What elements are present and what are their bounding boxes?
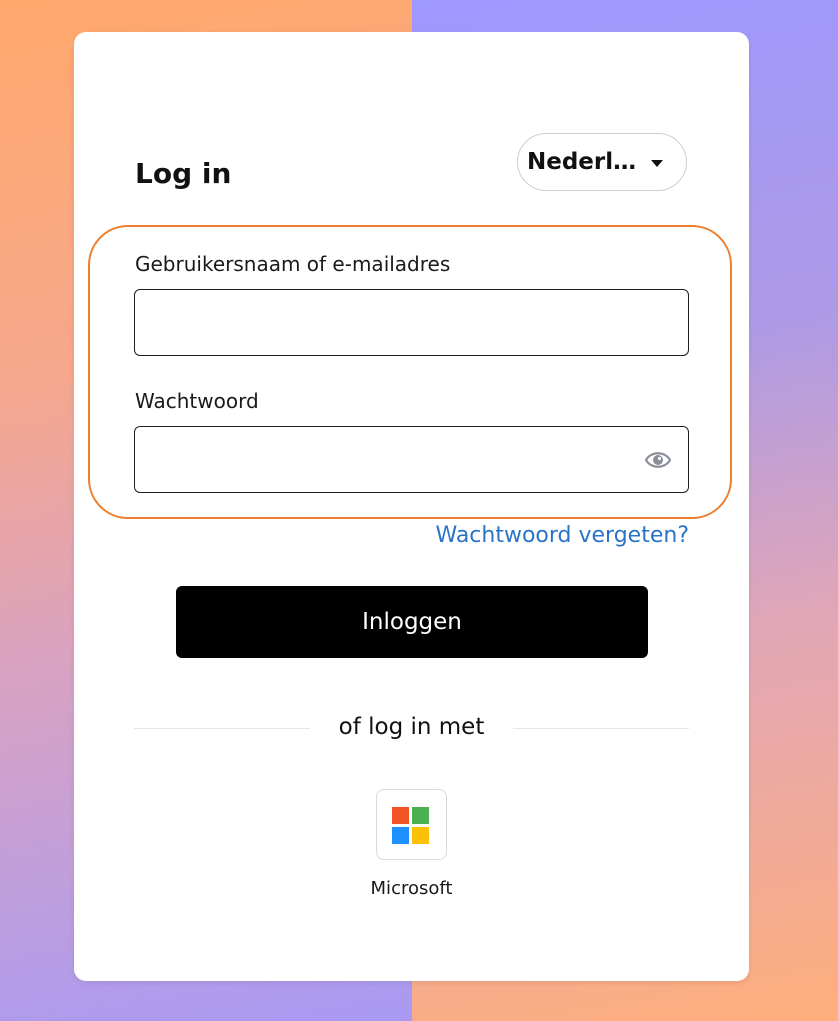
microsoft-logo-icon <box>392 807 429 844</box>
microsoft-label: Microsoft <box>370 878 453 899</box>
caret-down-icon <box>651 160 663 167</box>
language-select[interactable]: Nederla... <box>517 133 687 191</box>
login-button[interactable]: Inloggen <box>176 586 648 658</box>
microsoft-login-button[interactable] <box>376 789 447 860</box>
eye-icon[interactable] <box>644 448 672 472</box>
username-label: Gebruikersnaam of e-mailadres <box>135 252 451 276</box>
password-label: Wachtwoord <box>135 389 259 413</box>
page-title: Log in <box>135 157 232 190</box>
language-select-value: Nederla... <box>527 149 639 175</box>
divider-label: of log in met <box>338 714 485 740</box>
login-card: Log in Nederla... Gebruikersnaam of e-ma… <box>74 32 749 981</box>
password-input[interactable] <box>135 427 688 492</box>
username-field-box <box>134 289 689 356</box>
username-input[interactable] <box>135 290 688 355</box>
password-field-box <box>134 426 689 493</box>
forgot-password-link[interactable]: Wachtwoord vergeten? <box>435 522 689 550</box>
